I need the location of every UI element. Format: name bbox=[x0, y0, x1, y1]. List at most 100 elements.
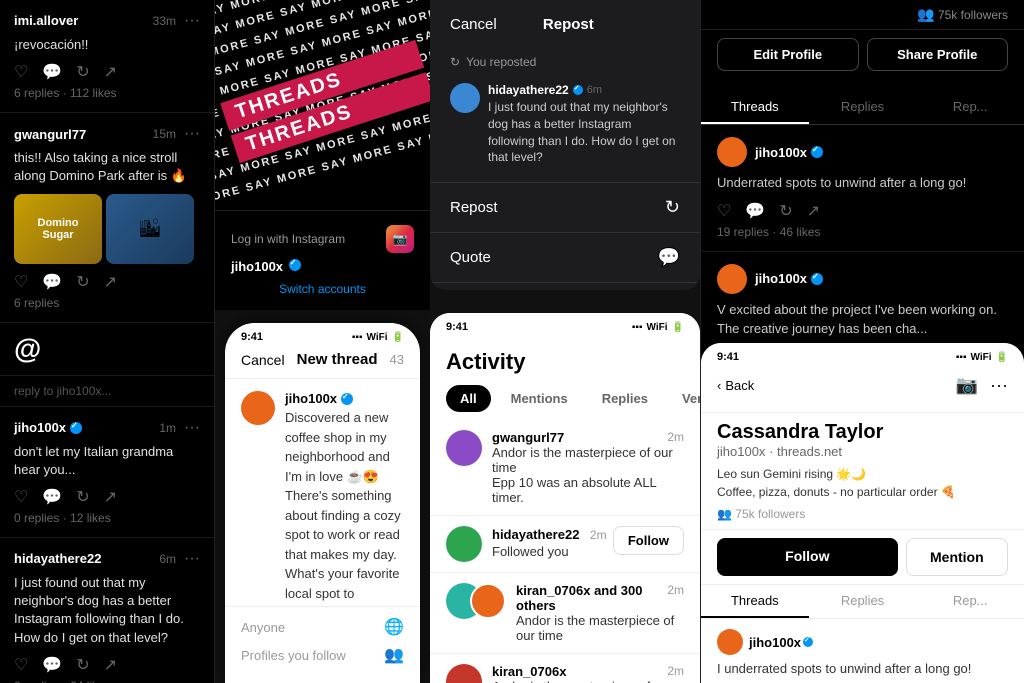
share-icon-4[interactable]: ↗ bbox=[104, 655, 117, 675]
feed-username-2[interactable]: gwangurl77 bbox=[14, 127, 86, 142]
profile2-mention-btn[interactable]: Mention bbox=[906, 538, 1008, 576]
repost-preview-text: I just found out that my neighbor's dog … bbox=[488, 99, 680, 166]
feed-username-3[interactable]: jiho100x bbox=[14, 420, 66, 435]
cancel-new-thread-btn[interactable]: Cancel bbox=[241, 352, 285, 368]
tab-mentions[interactable]: Mentions bbox=[497, 385, 582, 412]
tab-verified[interactable]: Verif... bbox=[668, 385, 700, 412]
repost-icon-1[interactable]: ↻ bbox=[76, 62, 89, 82]
more-options-icon-profile2[interactable]: ··· bbox=[990, 375, 1008, 396]
feed-stats-1: 6 replies · 112 likes bbox=[14, 86, 200, 100]
comment-icon-4[interactable]: 💬 bbox=[42, 655, 62, 675]
quote-action-label: Quote bbox=[450, 249, 491, 266]
audience-label: Anyone bbox=[241, 620, 285, 635]
tab-replies[interactable]: Replies bbox=[588, 385, 662, 412]
activity-status-bar: 9:41 ▪▪▪ WiFi 🔋 bbox=[430, 313, 700, 337]
profile-heart-icon-1[interactable]: ♡ bbox=[717, 201, 731, 221]
compose-verified bbox=[341, 393, 353, 405]
share-icon-1[interactable]: ↗ bbox=[104, 62, 117, 82]
you-reposted-badge: ↻ You reposted bbox=[430, 49, 700, 75]
comment-icon-1[interactable]: 💬 bbox=[42, 62, 62, 82]
repost-verified-badge: ✓ bbox=[573, 85, 583, 95]
col4-profile: 👥 75k followers Edit Profile Share Profi… bbox=[700, 0, 1024, 683]
heart-icon-2[interactable]: ♡ bbox=[14, 272, 28, 292]
profile-action-buttons: Edit Profile Share Profile bbox=[701, 30, 1024, 79]
heart-icon-1[interactable]: ♡ bbox=[14, 62, 28, 82]
activity-item-1: gwangurl77 2m Andor is the masterpiece o… bbox=[430, 420, 700, 516]
profile2-status-icons: ▪▪▪ WiFi 🔋 bbox=[956, 352, 1008, 363]
more-options-icon-3[interactable]: ··· bbox=[184, 419, 200, 437]
activity-status-icons: ▪▪▪ WiFi 🔋 bbox=[632, 322, 684, 333]
repost-icon-2[interactable]: ↻ bbox=[76, 272, 89, 292]
comment-icon-2[interactable]: 💬 bbox=[42, 272, 62, 292]
activity-username-4: kiran_0706x bbox=[492, 664, 566, 679]
comment-icon-3[interactable]: 💬 bbox=[42, 487, 62, 507]
heart-icon-4[interactable]: ♡ bbox=[14, 655, 28, 675]
profile2-tab-replies[interactable]: Replies bbox=[809, 585, 917, 618]
profile-comment-icon-1[interactable]: 💬 bbox=[745, 201, 765, 221]
profile-post-avatar-1 bbox=[717, 137, 747, 167]
profile2-back-row: ‹ Back 📷 ··· bbox=[717, 375, 1008, 396]
feed-username-1[interactable]: imi.allover bbox=[14, 13, 78, 28]
profile-post-text-1: Underrated spots to unwind after a long … bbox=[717, 173, 1008, 193]
instagram-link-icon[interactable]: 📷 bbox=[956, 375, 978, 396]
more-options-icon-2[interactable]: ··· bbox=[184, 125, 200, 143]
tab-all[interactable]: All bbox=[446, 385, 491, 412]
profiles-follow-selector[interactable]: Profiles you follow 👥 bbox=[241, 645, 404, 665]
battery-icon: 🔋 bbox=[392, 332, 404, 343]
signal-icon: ▪▪▪ bbox=[352, 332, 363, 343]
reply-input-area[interactable]: reply to jiho100x... bbox=[0, 376, 214, 407]
feed-item-4: hidayathere22 6m ··· I just found out th… bbox=[0, 538, 214, 683]
quote-action-icon: 💬 bbox=[658, 247, 680, 268]
follow-button-2[interactable]: Follow bbox=[613, 526, 684, 555]
profile2-tab-reposts[interactable]: Rep... bbox=[916, 585, 1024, 618]
activity-avatar-4 bbox=[446, 664, 482, 683]
profile2-status-time: 9:41 bbox=[717, 351, 739, 363]
profile-repost-icon-1[interactable]: ↻ bbox=[779, 201, 792, 221]
repost-icon-4[interactable]: ↻ bbox=[76, 655, 89, 675]
repost-action-icon: ↻ bbox=[665, 197, 680, 218]
share-profile-btn[interactable]: Share Profile bbox=[867, 38, 1009, 71]
repost-modal: Cancel Repost ↻ You reposted hidayathere… bbox=[430, 0, 700, 290]
more-options-icon-1[interactable]: ··· bbox=[184, 12, 200, 30]
profile-post-verified-1 bbox=[811, 146, 823, 158]
new-thread-header: Cancel New thread 43 bbox=[225, 347, 420, 379]
activity-content-2: hidayathere22 2m Followed you Follow bbox=[492, 526, 684, 559]
profile2-signal-icon: ▪▪▪ bbox=[956, 352, 967, 363]
profile-post-header-2: jiho100x bbox=[717, 264, 1008, 294]
share-icon-2[interactable]: ↗ bbox=[104, 272, 117, 292]
feed-actions-2: ♡ 💬 ↻ ↗ bbox=[14, 272, 200, 292]
profile2-tab-threads[interactable]: Threads bbox=[701, 585, 809, 618]
edit-profile-btn[interactable]: Edit Profile bbox=[717, 38, 859, 71]
feed-column: imi.allover 33m ··· ¡revocación!! ♡ 💬 ↻ … bbox=[0, 0, 215, 683]
verified-badge-3 bbox=[70, 422, 82, 434]
profile2-wifi-icon: WiFi bbox=[971, 352, 992, 363]
phone-status-bar-bottom: 9:41 ▪▪▪ WiFi 🔋 bbox=[225, 323, 420, 347]
tab-replies[interactable]: Replies bbox=[809, 91, 917, 124]
repost-preview-username: hidayathere22 bbox=[488, 83, 569, 97]
heart-icon-3[interactable]: ♡ bbox=[14, 487, 28, 507]
login-area: Log in with Instagram 📷 jiho100x Switch … bbox=[215, 210, 430, 310]
tab-threads[interactable]: Threads bbox=[701, 91, 809, 124]
repost-action-repost[interactable]: Repost ↻ bbox=[430, 183, 700, 233]
audience-globe-icon: 🌐 bbox=[384, 617, 404, 637]
feed-username-4[interactable]: hidayathere22 bbox=[14, 551, 101, 566]
repost-icon-3[interactable]: ↻ bbox=[76, 487, 89, 507]
switch-accounts-btn[interactable]: Switch accounts bbox=[231, 282, 414, 296]
repost-cancel-btn[interactable]: Cancel bbox=[450, 16, 497, 33]
feed-stats-2: 6 replies bbox=[14, 296, 200, 310]
reply-placeholder: reply to jiho100x... bbox=[14, 384, 111, 398]
share-icon-3[interactable]: ↗ bbox=[104, 487, 117, 507]
activity-item-3: kiran_0706x and 300 others 2m Andor is t… bbox=[430, 573, 700, 654]
feed-time-1: 33m bbox=[153, 14, 176, 28]
audience-selector[interactable]: Anyone 🌐 bbox=[241, 617, 404, 637]
back-button[interactable]: ‹ Back bbox=[717, 378, 754, 393]
char-count: 43 bbox=[390, 352, 404, 367]
more-options-icon-4[interactable]: ··· bbox=[184, 550, 200, 568]
profile2-follow-btn[interactable]: Follow bbox=[717, 538, 898, 576]
activity-text-4: Andor is the masterpiece of our time bbox=[492, 679, 684, 683]
tab-reposts[interactable]: Rep... bbox=[916, 91, 1024, 124]
profile-share-icon-1[interactable]: ↗ bbox=[807, 201, 820, 221]
profile-post-text-2: V excited about the project I've been wo… bbox=[717, 300, 1008, 339]
login-username: jiho100x bbox=[231, 259, 414, 274]
repost-action-quote[interactable]: Quote 💬 bbox=[430, 233, 700, 283]
